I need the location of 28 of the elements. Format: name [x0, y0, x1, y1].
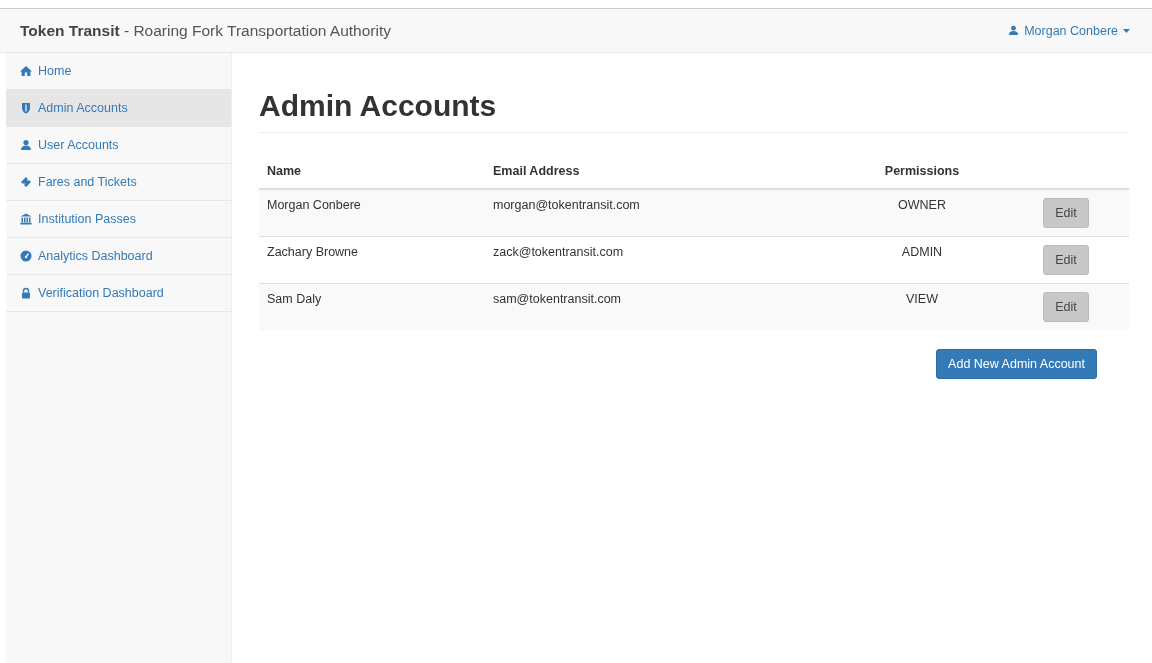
home-icon	[20, 65, 32, 77]
sidebar-item[interactable]: Verification Dashboard	[6, 275, 231, 312]
app-title: Token Transit - Roaring Fork Transportation Authority	[20, 21, 391, 40]
sidebar-item[interactable]: Institution Passes	[6, 201, 231, 238]
table-cell: VIEW	[841, 283, 1003, 330]
edit-button[interactable]: Edit	[1043, 198, 1089, 228]
sidebar-item[interactable]: Analytics Dashboard	[6, 238, 231, 275]
sidebar-item[interactable]: User Accounts	[6, 127, 231, 164]
user-icon	[1008, 25, 1020, 36]
shield-icon	[20, 102, 32, 114]
page-title: Admin Accounts	[259, 89, 1129, 133]
bank-icon	[20, 213, 32, 225]
caret-icon	[1123, 28, 1130, 33]
add-account-button[interactable]: Add New Admin Account	[936, 349, 1097, 379]
lock-icon	[20, 287, 32, 299]
sidebar-item[interactable]: Admin Accounts	[6, 90, 231, 127]
table-cell: OWNER	[841, 189, 1003, 237]
edit-button[interactable]: Edit	[1043, 292, 1089, 322]
table-cell: morgan@tokentransit.com	[485, 189, 841, 237]
user-icon	[20, 139, 32, 151]
table-cell: sam@tokentransit.com	[485, 283, 841, 330]
ticket-icon	[20, 176, 32, 188]
table-cell: Morgan Conbere	[259, 189, 485, 237]
gauge-icon	[20, 250, 32, 262]
user-menu[interactable]: Morgan Conbere	[1008, 23, 1130, 38]
edit-button[interactable]: Edit	[1043, 245, 1089, 275]
table-cell: Sam Daly	[259, 283, 485, 330]
sidebar-item[interactable]: Fares and Tickets	[6, 164, 231, 201]
